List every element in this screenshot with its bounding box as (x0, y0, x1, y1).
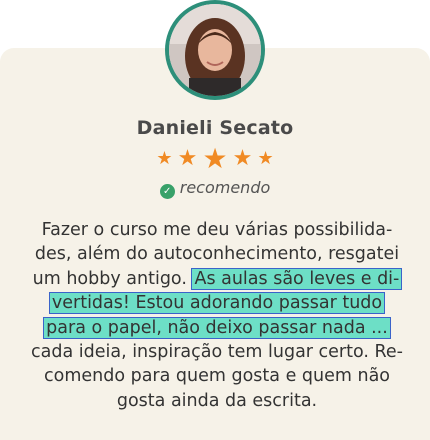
text-line: um hobby antigo. As aulas são leves e di… (24, 267, 410, 291)
profile-photo (169, 4, 261, 96)
rating-stars: ★ ★ ★ ★ ★ (0, 143, 430, 174)
highlighted-text[interactable]: As aulas são leves e di- (191, 267, 403, 290)
text-line: comendo para quem gosta e quem não (43, 366, 390, 387)
highlighted-text[interactable]: vertidas! Estou adorando passar tudo (48, 292, 386, 315)
recommend-badge: ✓ recomendo (0, 178, 430, 199)
highlighted-text[interactable]: para o papel, não deixo passar nada ... (43, 316, 391, 339)
text-line: des, além do autoconhecimento, resgatei (34, 244, 400, 265)
star-icon: ★ (156, 147, 173, 169)
star-icon: ★ (232, 145, 253, 171)
text-segment: um hobby antigo. (32, 268, 187, 289)
text-line: Fazer o curso me deu várias possibilida- (41, 220, 393, 240)
text-line: cada ideia, inspiração tem lugar certo. … (31, 342, 403, 363)
star-icon: ★ (202, 141, 228, 175)
star-icon: ★ (257, 147, 274, 169)
text-line: gosta ainda da escrita. (116, 390, 318, 411)
recommend-label: recomendo (179, 178, 271, 197)
text-line: para o papel, não deixo passar nada ... (24, 316, 410, 340)
check-badge-icon: ✓ (159, 184, 175, 199)
testimonial-text: Fazer o curso me deu várias possibilida-… (24, 218, 410, 413)
avatar (165, 0, 265, 100)
text-line: vertidas! Estou adorando passar tudo (24, 291, 410, 315)
reviewer-name: Danieli Secato (136, 117, 294, 139)
star-icon: ★ (177, 145, 198, 171)
